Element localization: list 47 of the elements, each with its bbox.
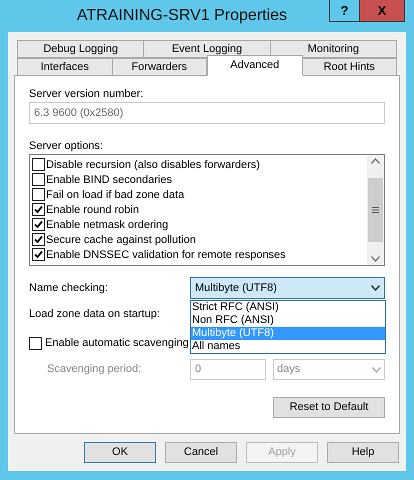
checkbox[interactable] [32, 203, 45, 216]
tab[interactable]: Forwarders [112, 58, 207, 76]
option-label[interactable]: Enable round robin [46, 202, 139, 216]
chevron-down-icon[interactable] [371, 256, 380, 262]
option-label[interactable]: Enable DNSSEC validation for remote responses [46, 248, 286, 262]
scroll-thumb[interactable] [368, 178, 383, 242]
dialog-button[interactable]: OK [84, 442, 156, 463]
checkbox[interactable] [32, 173, 45, 186]
scrollbar[interactable] [367, 155, 384, 265]
name-checking-dropdown[interactable]: Multibyte (UTF8) [190, 277, 385, 299]
checkbox[interactable] [32, 233, 45, 246]
grip-icon [372, 207, 379, 213]
close-button[interactable]: X [360, 0, 405, 22]
dropdown-option[interactable]: Strict RFC (ANSI) [191, 301, 385, 314]
checkbox[interactable] [32, 158, 45, 171]
field-label: Server version number: [29, 87, 144, 102]
dialog-button[interactable]: Cancel [165, 442, 237, 463]
field-label: Name checking: [29, 280, 109, 296]
checkbox-label[interactable]: Enable automatic scavenging [45, 334, 189, 352]
tab[interactable]: Debug Logging [17, 40, 144, 58]
field-label: Scavenging period: [46, 362, 142, 378]
checkbox[interactable] [32, 188, 45, 201]
checkbox[interactable] [32, 248, 45, 261]
chevron-down-icon [371, 285, 380, 291]
dialog-button[interactable]: Help [327, 442, 399, 463]
checkbox[interactable] [29, 336, 42, 350]
field-label: Server options: [29, 139, 104, 154]
option-label[interactable]: Enable BIND secondaries [46, 172, 172, 186]
chevron-down-icon [372, 366, 381, 372]
option-label[interactable]: Secure cache against pollution [46, 232, 196, 246]
option-label[interactable]: Disable recursion (also disables forwarders) [46, 158, 260, 172]
help-button[interactable]: ? [329, 0, 360, 22]
dropdown-option[interactable]: All names [191, 340, 385, 353]
reset-button[interactable]: Reset to Default [273, 397, 385, 418]
version-field: 6.3 9600 (0x2580) [29, 102, 385, 124]
tab[interactable]: Event Logging [144, 40, 271, 58]
tab[interactable]: Interfaces [17, 58, 112, 76]
tab[interactable]: Root Hints [302, 58, 397, 76]
option-label[interactable]: Fail on load if bad zone data [46, 188, 184, 202]
window-title: ATRAINING-SRV1 Properties [76, 6, 288, 26]
dropdown-option[interactable]: Non RFC (ANSI) [191, 314, 385, 327]
tab[interactable]: Advanced [207, 55, 302, 76]
field-label: Load zone data on startup: [29, 306, 160, 322]
chevron-up-icon[interactable] [371, 158, 380, 164]
option-label[interactable]: Enable netmask ordering [46, 218, 168, 232]
tab[interactable]: Monitoring [270, 40, 397, 58]
checkbox[interactable] [32, 218, 45, 231]
